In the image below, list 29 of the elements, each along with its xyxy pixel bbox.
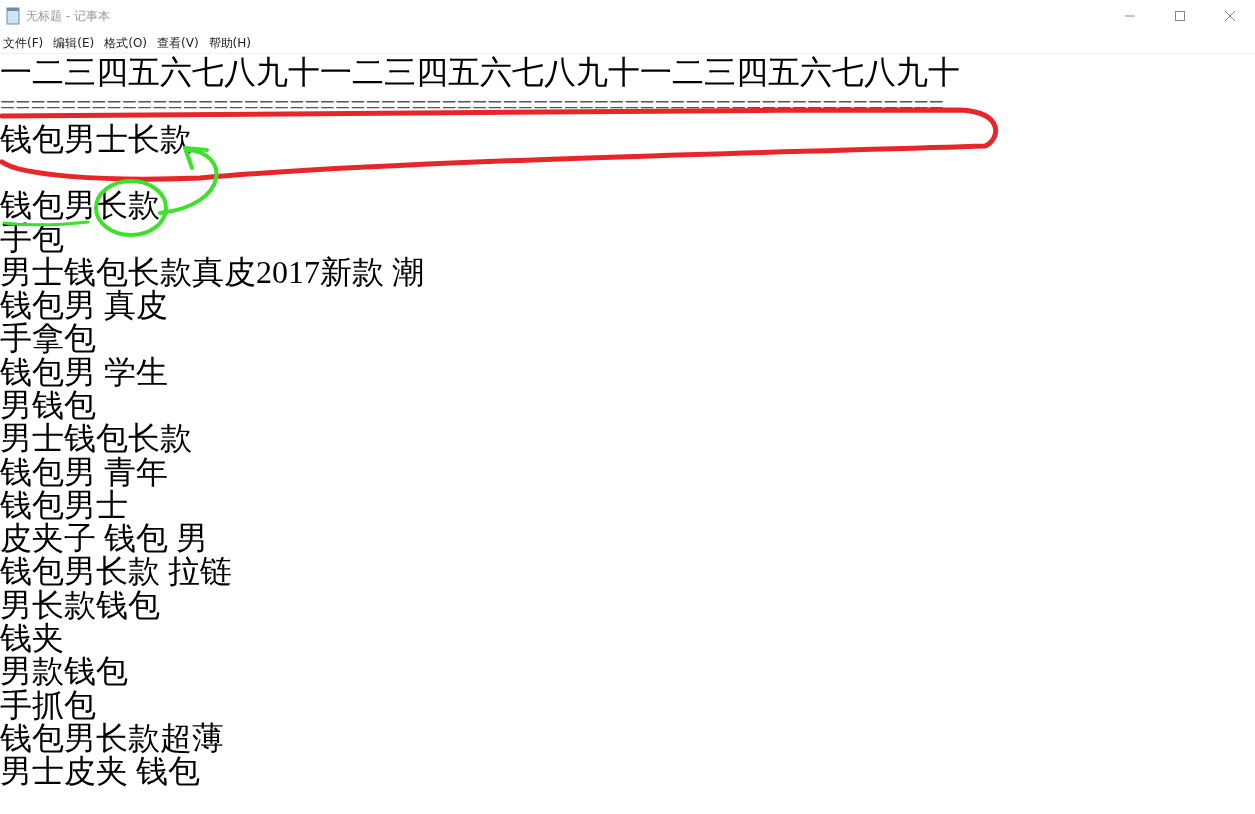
menu-item[interactable]: 编辑(E) bbox=[50, 33, 98, 52]
text-line: 钱包男 学生 bbox=[0, 355, 168, 389]
window-title: 无标题 - 记事本 bbox=[26, 8, 110, 25]
text-line: 钱包男 青年 bbox=[0, 455, 168, 489]
notepad-icon bbox=[5, 7, 21, 25]
menu-item[interactable]: 格式(O) bbox=[101, 33, 151, 52]
text-line: 钱包男长款超薄 bbox=[0, 721, 224, 756]
text-line: 钱包男长款 bbox=[0, 189, 160, 223]
text-line: 手抓包 bbox=[0, 688, 96, 722]
text-line: 男长款钱包 bbox=[0, 588, 160, 623]
close-icon bbox=[1225, 11, 1235, 21]
text-line: 一二三四五六七八九十一二三四五六七八九十一二三四五六七八九十 bbox=[0, 56, 960, 90]
text-line: 钱包男长款 拉链 bbox=[0, 555, 232, 589]
text-line: 手拿包 bbox=[0, 322, 96, 356]
menu-item[interactable]: 文件(F) bbox=[0, 33, 47, 52]
text-line: 男钱包 bbox=[0, 388, 96, 423]
text-line: 钱包男 真皮 bbox=[0, 289, 168, 323]
text-line: 钱夹 bbox=[0, 622, 64, 656]
menu-item[interactable]: 查看(V) bbox=[154, 33, 202, 52]
text-line: 皮夹子 钱包 男 bbox=[0, 522, 208, 556]
text-line: 钱包男士 bbox=[0, 488, 128, 523]
text-line: 男士皮夹 钱包 bbox=[0, 755, 200, 789]
maximize-icon bbox=[1175, 11, 1185, 21]
text-line: 男士钱包长款 bbox=[0, 422, 192, 456]
menu-item[interactable]: 帮助(H) bbox=[205, 33, 254, 52]
text-line: 男款钱包 bbox=[0, 655, 128, 689]
text-line: 男士钱包长款真皮2017新款 潮 bbox=[0, 255, 424, 290]
text-line: 钱包男士长款 bbox=[0, 122, 192, 156]
separator-line: ============================================================== bbox=[0, 89, 945, 123]
